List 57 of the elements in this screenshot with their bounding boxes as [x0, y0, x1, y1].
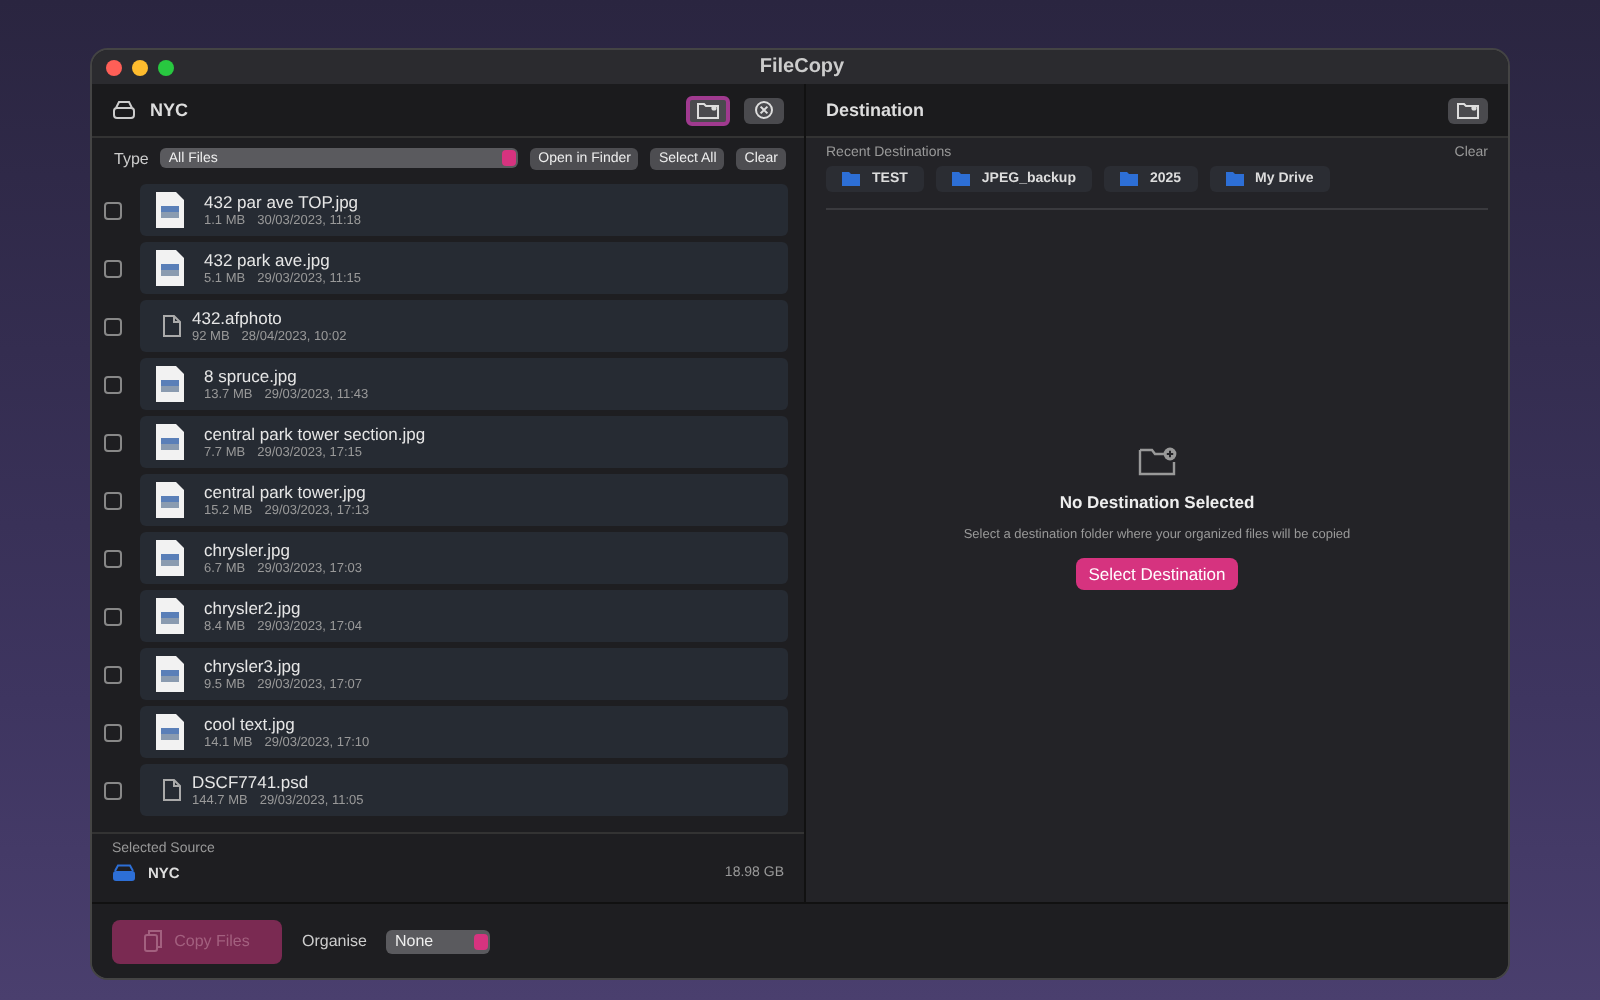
image-file-icon [156, 540, 184, 576]
close-icon [754, 100, 774, 120]
document-icon [162, 778, 182, 802]
folder-icon [1225, 172, 1244, 186]
file-name: central park tower section.jpg [204, 424, 426, 444]
folder-icon [951, 172, 970, 186]
drive-icon [112, 864, 136, 882]
minimize-button[interactable] [132, 59, 148, 75]
file-name: cool text.jpg [204, 714, 297, 734]
copy-icon [144, 930, 163, 952]
file-name: chrysler.jpg [204, 540, 292, 560]
close-button[interactable] [744, 97, 784, 123]
checkbox[interactable] [104, 259, 122, 277]
panel-title: Destination [826, 100, 925, 120]
organise-dropdown[interactable]: None [386, 929, 491, 953]
zoom-button[interactable] [158, 59, 174, 75]
checkbox[interactable] [104, 665, 122, 683]
file-name: central park tower.jpg [204, 482, 368, 502]
type-label: Type [114, 149, 149, 167]
folder-icon [1119, 172, 1138, 186]
image-file-icon [156, 192, 184, 228]
empty-title: No Destination Selected [1059, 491, 1255, 511]
file-name: chrysler3.jpg [204, 656, 303, 676]
folder-icon [1456, 101, 1480, 119]
file-name: 432 par ave TOP.jpg [204, 192, 361, 212]
select-destination-button[interactable]: Select Destination [1076, 557, 1238, 589]
file-name: DSCF7741.psd [192, 772, 311, 792]
checkbox[interactable] [104, 607, 122, 625]
checkbox[interactable] [104, 317, 122, 335]
window-title: FileCopy [757, 56, 847, 78]
image-file-icon [156, 598, 184, 634]
document-icon [162, 314, 182, 338]
image-file-icon [156, 482, 184, 518]
checkbox[interactable] [104, 549, 122, 567]
image-file-icon [156, 656, 184, 692]
checkbox[interactable] [104, 375, 122, 393]
file-name: 432 park ave.jpg [204, 250, 332, 270]
folder-button[interactable] [686, 95, 730, 125]
drive-icon [112, 100, 136, 120]
checkbox[interactable] [104, 201, 122, 219]
folder-icon [696, 101, 720, 119]
organise-label: Organise [302, 932, 367, 950]
image-file-icon [156, 714, 184, 750]
image-file-icon [156, 250, 184, 286]
checkbox[interactable] [104, 781, 122, 799]
source-name: NYC [150, 100, 189, 120]
folder-icon [842, 172, 860, 186]
file-name: 432.afphoto [192, 308, 284, 328]
folder-button[interactable] [1448, 97, 1488, 123]
folder-add-icon [1137, 443, 1177, 475]
image-file-icon [156, 366, 184, 402]
checkbox[interactable] [104, 723, 122, 741]
file-name: chrysler2.jpg [204, 598, 303, 618]
checkbox[interactable] [104, 433, 122, 451]
image-file-icon [156, 424, 184, 460]
checkbox[interactable] [104, 491, 122, 509]
file-name: 8 spruce.jpg [204, 366, 299, 386]
